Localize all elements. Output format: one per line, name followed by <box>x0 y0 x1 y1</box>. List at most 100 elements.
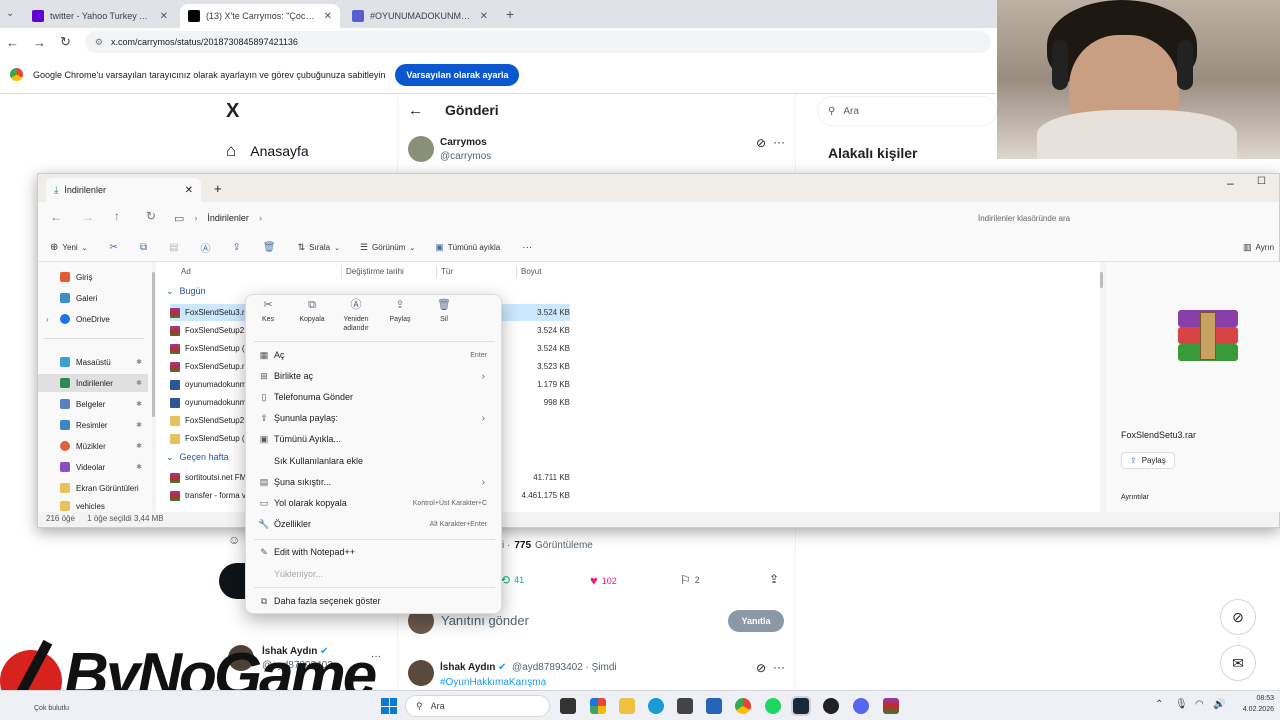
pin-icon[interactable]: ✱ <box>136 442 142 450</box>
bookmark-button[interactable]: ⚐ 2 <box>680 573 700 587</box>
nav-home[interactable]: ⌂ Anasayfa <box>226 141 309 161</box>
more-icon[interactable]: ··· <box>522 242 532 253</box>
breadcrumb[interactable]: ▭ › İndirilenler › <box>174 206 954 230</box>
sidebar-item-gallery[interactable]: Galeri <box>38 289 148 307</box>
weather-text[interactable]: Çok bulutlu <box>34 705 69 712</box>
minimize-icon[interactable]: – <box>1227 176 1234 190</box>
menu-item-more-options[interactable]: ⧉ Daha fazla seçenek göster <box>254 591 495 611</box>
breadcrumb-current[interactable]: İndirilenler <box>207 213 249 223</box>
up-icon[interactable]: ↑ <box>114 209 120 223</box>
forward-icon[interactable]: → <box>82 210 94 224</box>
reply-button[interactable]: Yanıtla <box>728 610 784 632</box>
pin-icon[interactable]: ✱ <box>136 400 142 408</box>
rename-icon[interactable]: Ⓐ <box>201 240 211 255</box>
reload-icon[interactable]: ↻ <box>60 34 71 50</box>
sidebar-item-pictures[interactable]: Resimler ✱ <box>38 416 148 434</box>
browser-tab-discord[interactable]: #OYUNUMADOKUNMA - Dijital ✕ <box>344 4 496 28</box>
grok-icon[interactable]: ⊘ <box>756 136 766 150</box>
column-modified[interactable]: Değiştirme tarihi <box>346 267 404 276</box>
menu-item-add-favorites[interactable]: Sık Kullanılanlara ekle <box>254 451 495 471</box>
account-handle[interactable]: @ayd87893402 <box>262 660 333 671</box>
task-view-icon[interactable] <box>560 698 576 714</box>
mail-icon[interactable] <box>706 698 722 714</box>
sidebar-scrollbar[interactable] <box>152 272 155 417</box>
share-icon[interactable]: ⇪ <box>769 572 779 586</box>
omnibox[interactable]: ⚙ x.com/carrymos/status/2018730845897421… <box>84 31 991 53</box>
menu-item-open-with[interactable]: ⊞ Birlikte aç › <box>254 366 495 386</box>
menu-item-properties[interactable]: 🔧 Özellikler Alt Karakter+Enter <box>254 514 495 534</box>
refresh-icon[interactable]: ↻ <box>146 209 156 223</box>
sidebar-item-documents[interactable]: Belgeler ✱ <box>38 395 148 413</box>
menu-item-notepad[interactable]: ✎ Edit with Notepad++ <box>254 542 495 562</box>
back-icon[interactable]: ← <box>6 35 19 50</box>
edge-icon[interactable] <box>648 698 664 714</box>
winrar-icon[interactable] <box>883 698 899 714</box>
copy-icon[interactable]: ⧉ <box>140 242 147 253</box>
pin-icon[interactable]: ✱ <box>136 463 142 471</box>
reply-author-name[interactable]: İshak Aydın <box>440 662 495 673</box>
microphone-icon[interactable]: 🎙 <box>1175 699 1188 710</box>
x-logo-icon[interactable]: X <box>226 100 239 123</box>
menu-item-open[interactable]: ▦ Aç Enter <box>254 345 495 365</box>
sidebar-item-onedrive[interactable]: › OneDrive <box>38 310 148 328</box>
column-name[interactable]: Ad <box>181 267 191 276</box>
clock-date[interactable]: 4.02.2026 <box>1226 706 1274 713</box>
menu-item-compress-to[interactable]: ▤ Şuna sıkıştır... › <box>254 472 495 492</box>
copilot-icon[interactable] <box>590 698 606 714</box>
avatar[interactable] <box>408 136 434 162</box>
tray-chevron-icon[interactable]: ⌃ <box>1155 699 1163 710</box>
sort-button[interactable]: ⇅ Sırala ⌄ <box>298 242 340 253</box>
messages-button[interactable]: ✉ <box>1220 645 1256 681</box>
group-header-last-week[interactable]: ⌄ Geçen hafta <box>166 452 229 463</box>
cut-icon[interactable]: ✂ <box>110 242 118 253</box>
more-icon[interactable]: ··· <box>773 660 785 674</box>
menu-item-copy-as-path[interactable]: ▭ Yol olarak kopyala Kontrol+Üst Karakter+… <box>254 493 495 513</box>
close-tab-icon[interactable]: ✕ <box>160 11 168 22</box>
pin-icon[interactable]: ✱ <box>136 358 142 366</box>
sidebar-item-desktop[interactable]: Masaüstü ✱ <box>38 353 148 371</box>
sidebar-item-home[interactable]: Giriş <box>38 268 148 286</box>
close-tab-icon[interactable]: ✕ <box>324 11 332 22</box>
delete-button[interactable]: 🗑 Sil <box>422 295 466 339</box>
group-header-today[interactable]: ⌄ Bugün <box>166 286 206 297</box>
grok-icon[interactable]: ⊘ <box>756 661 766 675</box>
menu-item-send-to-phone[interactable]: ▯ Telefonuma Gönder <box>254 387 495 407</box>
taskbar-search[interactable]: ⚲ Ara <box>405 695 550 717</box>
steam-icon[interactable] <box>791 696 811 716</box>
column-size[interactable]: Boyut <box>521 267 541 276</box>
sidebar-item-videos[interactable]: Videolar ✱ <box>38 458 148 476</box>
copy-button[interactable]: ⧉ Kopyala <box>290 295 334 339</box>
app-icon[interactable] <box>823 698 839 714</box>
x-search-input[interactable]: ⚲ Ara <box>817 96 997 126</box>
more-icon[interactable]: ··· <box>773 135 785 149</box>
site-info-icon[interactable]: ⚙ <box>95 37 103 48</box>
set-default-button[interactable]: Varsayılan olarak ayarla <box>395 63 520 86</box>
new-tab-icon[interactable]: + <box>506 6 514 22</box>
cut-button[interactable]: ✂ Kes <box>246 295 290 339</box>
sidebar-item-downloads[interactable]: İndirilenler ✱ <box>38 374 148 392</box>
account-name[interactable]: İshak Aydın <box>262 646 317 657</box>
delete-icon[interactable]: 🗑 <box>263 242 276 253</box>
share-icon[interactable]: ⇪ <box>233 242 241 253</box>
wifi-icon[interactable]: ◠ <box>1195 699 1204 710</box>
close-tab-icon[interactable]: ✕ <box>480 11 488 22</box>
new-tab-icon[interactable]: + <box>214 181 222 196</box>
browser-tab-x[interactable]: (13) X'te Carrymos: "Çocuklar b ✕ <box>180 4 340 28</box>
more-icon[interactable]: ··· <box>371 651 381 662</box>
explorer-tab[interactable]: ⤓ İndirilenler ✕ <box>46 178 201 202</box>
author-handle[interactable]: @carrymos <box>440 151 491 162</box>
rename-button[interactable]: Ⓐ Yeniden adlandır <box>334 295 378 339</box>
pin-icon[interactable]: ✱ <box>136 421 142 429</box>
menu-item-share-with[interactable]: ⇪ Şununla paylaş: › <box>254 408 495 428</box>
share-button[interactable]: ⇪ Paylaş <box>378 295 422 339</box>
grok-float-button[interactable]: ⊘ <box>1220 599 1256 635</box>
details-share-button[interactable]: ⇪ Paylaş <box>1121 452 1175 469</box>
clock-time[interactable]: 08:53 <box>1226 695 1274 702</box>
emoji-icon[interactable]: ☺ <box>228 533 240 547</box>
file-list-scrollbar[interactable] <box>1100 272 1103 288</box>
discord-icon[interactable] <box>853 698 869 714</box>
reply-author-handle[interactable]: @ayd87893402 · Şimdi <box>512 662 617 673</box>
extract-all-button[interactable]: ▣ Tümünü ayıkla <box>435 242 500 253</box>
avatar[interactable] <box>408 660 434 686</box>
spotify-icon[interactable] <box>765 698 781 714</box>
